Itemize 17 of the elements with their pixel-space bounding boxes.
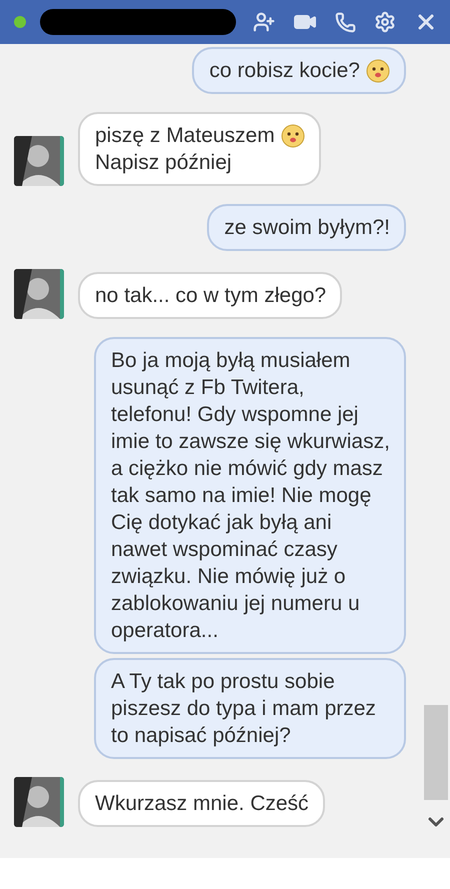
add-person-icon[interactable] (253, 11, 275, 33)
message-text: co robisz kocie? (209, 58, 360, 84)
smiley-icon (366, 58, 390, 82)
message-text: piszę z Mateuszem (95, 123, 275, 149)
message-text: Napisz później (95, 150, 232, 176)
message-text: Wkurzasz mnie. Cześć (95, 791, 309, 817)
avatar (14, 136, 64, 186)
message-text: A Ty tak po prostu sobie piszesz do typa i mam przez to napisać później? (111, 669, 377, 749)
avatar (14, 777, 64, 827)
settings-icon[interactable] (374, 11, 396, 33)
scrollbar-thumb[interactable] (424, 705, 448, 800)
message-text: ze swoim byłym?! (224, 215, 390, 241)
phone-icon[interactable] (335, 12, 356, 32)
avatar (14, 269, 64, 319)
message-text: no tak... co w tym złego? (95, 283, 326, 309)
message-text: Bo ja moją byłą musiałem usunąć z Fb Twitera, telefonu! Gdy wspomne jej imie to zawsze się wkurwiasz, a ciężko nie mówić gdy masz tak samo na imie! Nie mogę Cię dotykać jak byłą ani nawet wspominać czasy związku. Nie mówię już o zablokowaniu jej numeru u operatora... (111, 348, 390, 644)
smiley-icon (280, 124, 305, 148)
